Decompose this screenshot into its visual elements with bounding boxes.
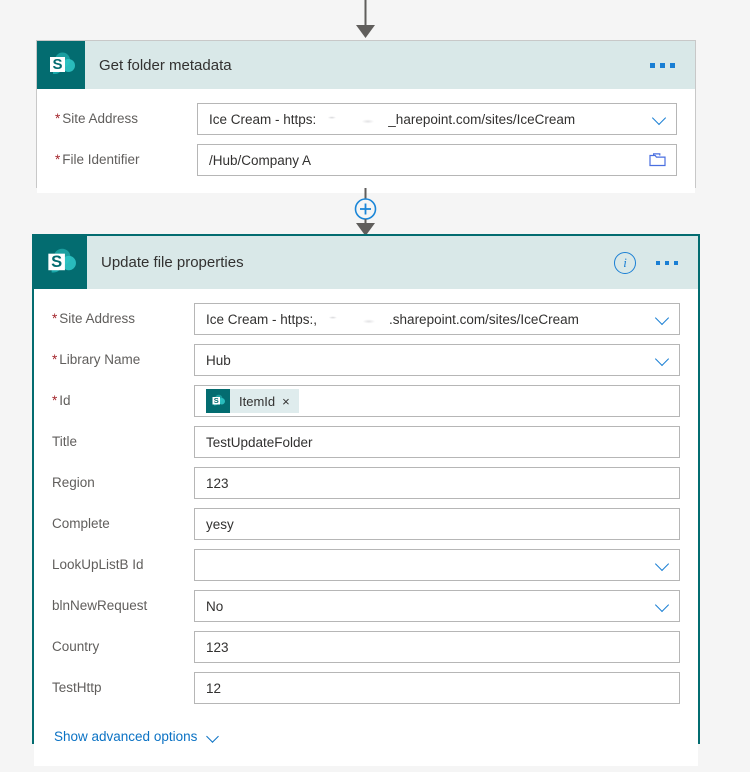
library-name-value: Hub	[206, 352, 231, 368]
field-label-site-address: * Site Address	[55, 110, 139, 126]
field-row-region: Region 123	[52, 467, 680, 499]
sharepoint-icon: S	[34, 236, 87, 289]
testhttp-value: 12	[206, 680, 222, 696]
file-identifier-value: /Hub/Company A	[209, 152, 312, 168]
field-label-lookuplistb-id: LookUpListB Id	[52, 556, 144, 572]
redacted-text	[316, 113, 389, 126]
chevron-down-icon	[656, 558, 669, 571]
card-header-actions	[648, 59, 677, 72]
field-row-country: Country 123	[52, 631, 680, 663]
insert-step-button[interactable]	[355, 199, 377, 221]
site-address-value-prefix: Ice Cream - https:	[209, 111, 317, 127]
field-label-title: Title	[52, 433, 78, 449]
file-identifier-input[interactable]: /Hub/Company A	[197, 144, 677, 176]
field-label-site-address: * Site Address	[52, 310, 136, 326]
required-asterisk: *	[52, 351, 58, 367]
site-address-combobox[interactable]: Ice Cream - https:, .sharepoint.com/sites…	[194, 303, 680, 335]
field-row-site-address: * Site Address Ice Cream - https:, .sharep…	[52, 303, 680, 335]
field-label-file-identifier: * File Identifier	[55, 151, 140, 167]
chevron-down-icon	[656, 353, 669, 366]
field-row-title: Title TestUpdateFolder	[52, 426, 680, 458]
chevron-down-icon	[656, 312, 669, 325]
close-icon[interactable]: ×	[282, 395, 299, 408]
ellipsis-icon[interactable]	[654, 257, 680, 269]
site-address-value-suffix: .sharepoint.com/sites/IceCream	[389, 311, 579, 327]
show-advanced-options-label: Show advanced options	[54, 729, 198, 744]
field-label-region: Region	[52, 474, 95, 490]
testhttp-input[interactable]: 12	[194, 672, 680, 704]
site-address-value-suffix: _harepoint.com/sites/IceCream	[388, 111, 576, 127]
chevron-down-icon	[653, 112, 666, 125]
action-card-get-folder-metadata[interactable]: S Get folder metadata * Site Address Ice …	[36, 40, 696, 193]
svg-text:S: S	[52, 56, 62, 73]
card-body: * Site Address Ice Cream - https:, .sharep…	[34, 289, 698, 766]
show-advanced-options-link[interactable]: Show advanced options	[54, 729, 220, 744]
title-value: TestUpdateFolder	[206, 434, 313, 450]
required-asterisk: *	[52, 310, 58, 326]
redacted-text	[317, 313, 390, 326]
card-title: Get folder metadata	[99, 56, 232, 74]
region-value: 123	[206, 475, 229, 491]
country-input[interactable]: 123	[194, 631, 680, 663]
folder-icon[interactable]	[649, 152, 666, 167]
blnnewrequest-combobox[interactable]: No	[194, 590, 680, 622]
title-input[interactable]: TestUpdateFolder	[194, 426, 680, 458]
required-asterisk: *	[55, 151, 61, 167]
required-asterisk: *	[55, 110, 61, 126]
site-address-value-prefix: Ice Cream - https:,	[206, 311, 318, 327]
country-value: 123	[206, 639, 229, 655]
field-row-lookuplistb-id: LookUpListB Id	[52, 549, 680, 581]
dynamic-content-token[interactable]: S ItemId ×	[206, 389, 299, 413]
complete-value: yesy	[206, 516, 234, 532]
chevron-down-icon	[656, 599, 669, 612]
field-row-complete: Complete yesy	[52, 508, 680, 540]
complete-input[interactable]: yesy	[194, 508, 680, 540]
field-label-blnnewrequest: blnNewRequest	[52, 597, 148, 613]
card-title: Update file properties	[101, 254, 244, 271]
connector-arrow-top	[356, 0, 375, 38]
chevron-down-icon	[206, 732, 220, 742]
info-icon[interactable]: i	[614, 251, 636, 274]
lookuplistb-id-combobox[interactable]	[194, 549, 680, 581]
field-label-library-name: * Library Name	[52, 351, 141, 367]
required-asterisk: *	[52, 392, 58, 408]
sharepoint-icon: S	[37, 41, 85, 89]
field-label-id: * Id	[52, 392, 71, 408]
ellipsis-icon[interactable]	[648, 59, 677, 72]
field-label-complete: Complete	[52, 515, 110, 531]
blnnewrequest-value: No	[206, 598, 224, 614]
field-label-country: Country	[52, 638, 100, 654]
token-label: ItemId	[239, 393, 276, 409]
action-card-update-file-properties[interactable]: S Update file properties i * Site Address	[32, 234, 700, 766]
field-row-library-name: * Library Name Hub	[52, 344, 680, 376]
site-address-combobox[interactable]: Ice Cream - https: _harepoint.com/sites/I…	[197, 103, 677, 135]
field-row-testhttp: TestHttp 12	[52, 672, 680, 704]
region-input[interactable]: 123	[194, 467, 680, 499]
svg-text:S: S	[214, 396, 219, 405]
sharepoint-icon: S	[206, 389, 230, 413]
field-label-testhttp: TestHttp	[52, 679, 102, 695]
id-input[interactable]: S ItemId ×	[194, 385, 680, 417]
card-header[interactable]: S Get folder metadata	[37, 41, 695, 89]
field-row-file-identifier: * File Identifier /Hub/Company A	[55, 144, 677, 176]
svg-text:S: S	[51, 252, 62, 271]
flow-designer-canvas: S Get folder metadata * Site Address Ice …	[0, 0, 750, 772]
field-row-blnnewrequest: blnNewRequest No	[52, 590, 680, 622]
library-name-combobox[interactable]: Hub	[194, 344, 680, 376]
field-row-site-address: * Site Address Ice Cream - https: _harepoi…	[55, 103, 677, 135]
field-row-id: * Id S ItemId ×	[52, 385, 680, 417]
card-body: * Site Address Ice Cream - https: _harepoi…	[37, 89, 695, 193]
card-header-actions: i	[614, 251, 680, 274]
card-header[interactable]: S Update file properties i	[34, 236, 698, 289]
